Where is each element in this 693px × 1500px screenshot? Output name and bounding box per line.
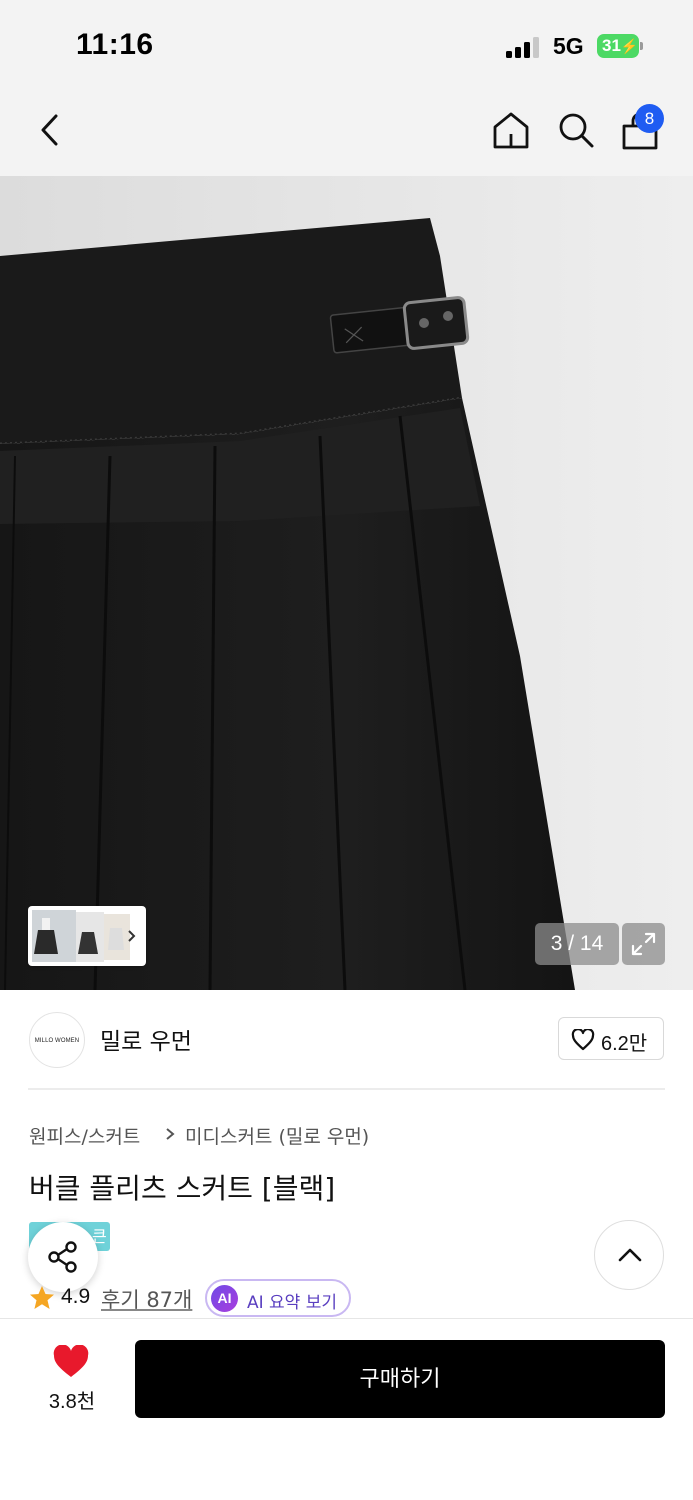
ai-summary-button[interactable]: AI AI 요약 보기	[205, 1279, 351, 1317]
share-button[interactable]	[28, 1222, 98, 1292]
battery-icon: 31⚡	[597, 34, 643, 58]
image-counter: 3 / 14	[535, 923, 619, 965]
expand-button[interactable]	[622, 923, 665, 965]
battery-level: 31	[602, 36, 621, 55]
expand-icon	[631, 932, 656, 956]
brand-name[interactable]: 밀로 우먼	[100, 1022, 192, 1056]
ai-summary-label: AI 요약 보기	[247, 1293, 338, 1313]
product-title: 버클 플리츠 스커트 [블랙]	[29, 1172, 336, 1205]
signal-icon	[506, 36, 540, 58]
reviews-link[interactable]: 후기 87개	[101, 1284, 192, 1314]
status-bar: 11:16 5G 31⚡	[0, 0, 693, 88]
product-image[interactable]	[0, 176, 693, 990]
ai-icon: AI	[211, 1285, 238, 1312]
breadcrumb-category[interactable]: 원피스/스커트	[29, 1122, 140, 1149]
share-icon	[48, 1241, 77, 1273]
status-time: 11:16	[76, 28, 154, 61]
star-icon	[30, 1286, 54, 1309]
divider	[28, 1088, 665, 1090]
style-thumbnails[interactable]	[28, 906, 146, 966]
search-icon[interactable]	[556, 110, 596, 150]
network-type: 5G	[553, 33, 584, 59]
brand-like-button[interactable]: 6.2만	[558, 1017, 664, 1060]
back-icon[interactable]	[36, 112, 64, 148]
home-icon[interactable]	[491, 110, 531, 150]
scroll-top-button[interactable]	[594, 1220, 664, 1290]
buy-button[interactable]: 구매하기	[135, 1340, 665, 1418]
chevron-right-icon	[166, 1128, 175, 1140]
cart-count-badge: 8	[635, 104, 664, 133]
chevron-up-icon	[618, 1248, 642, 1262]
brand-logo[interactable]: MILLO WOMEN	[29, 1012, 85, 1068]
breadcrumb-subcategory[interactable]: 미디스커트 (밀로 우먼)	[185, 1122, 369, 1149]
brand-like-count: 6.2만	[601, 1033, 648, 1055]
rating-score: 4.9	[61, 1285, 91, 1308]
heart-outline-icon	[571, 1029, 595, 1051]
like-count: 3.8천	[48, 1391, 96, 1413]
heart-icon[interactable]	[52, 1345, 90, 1379]
